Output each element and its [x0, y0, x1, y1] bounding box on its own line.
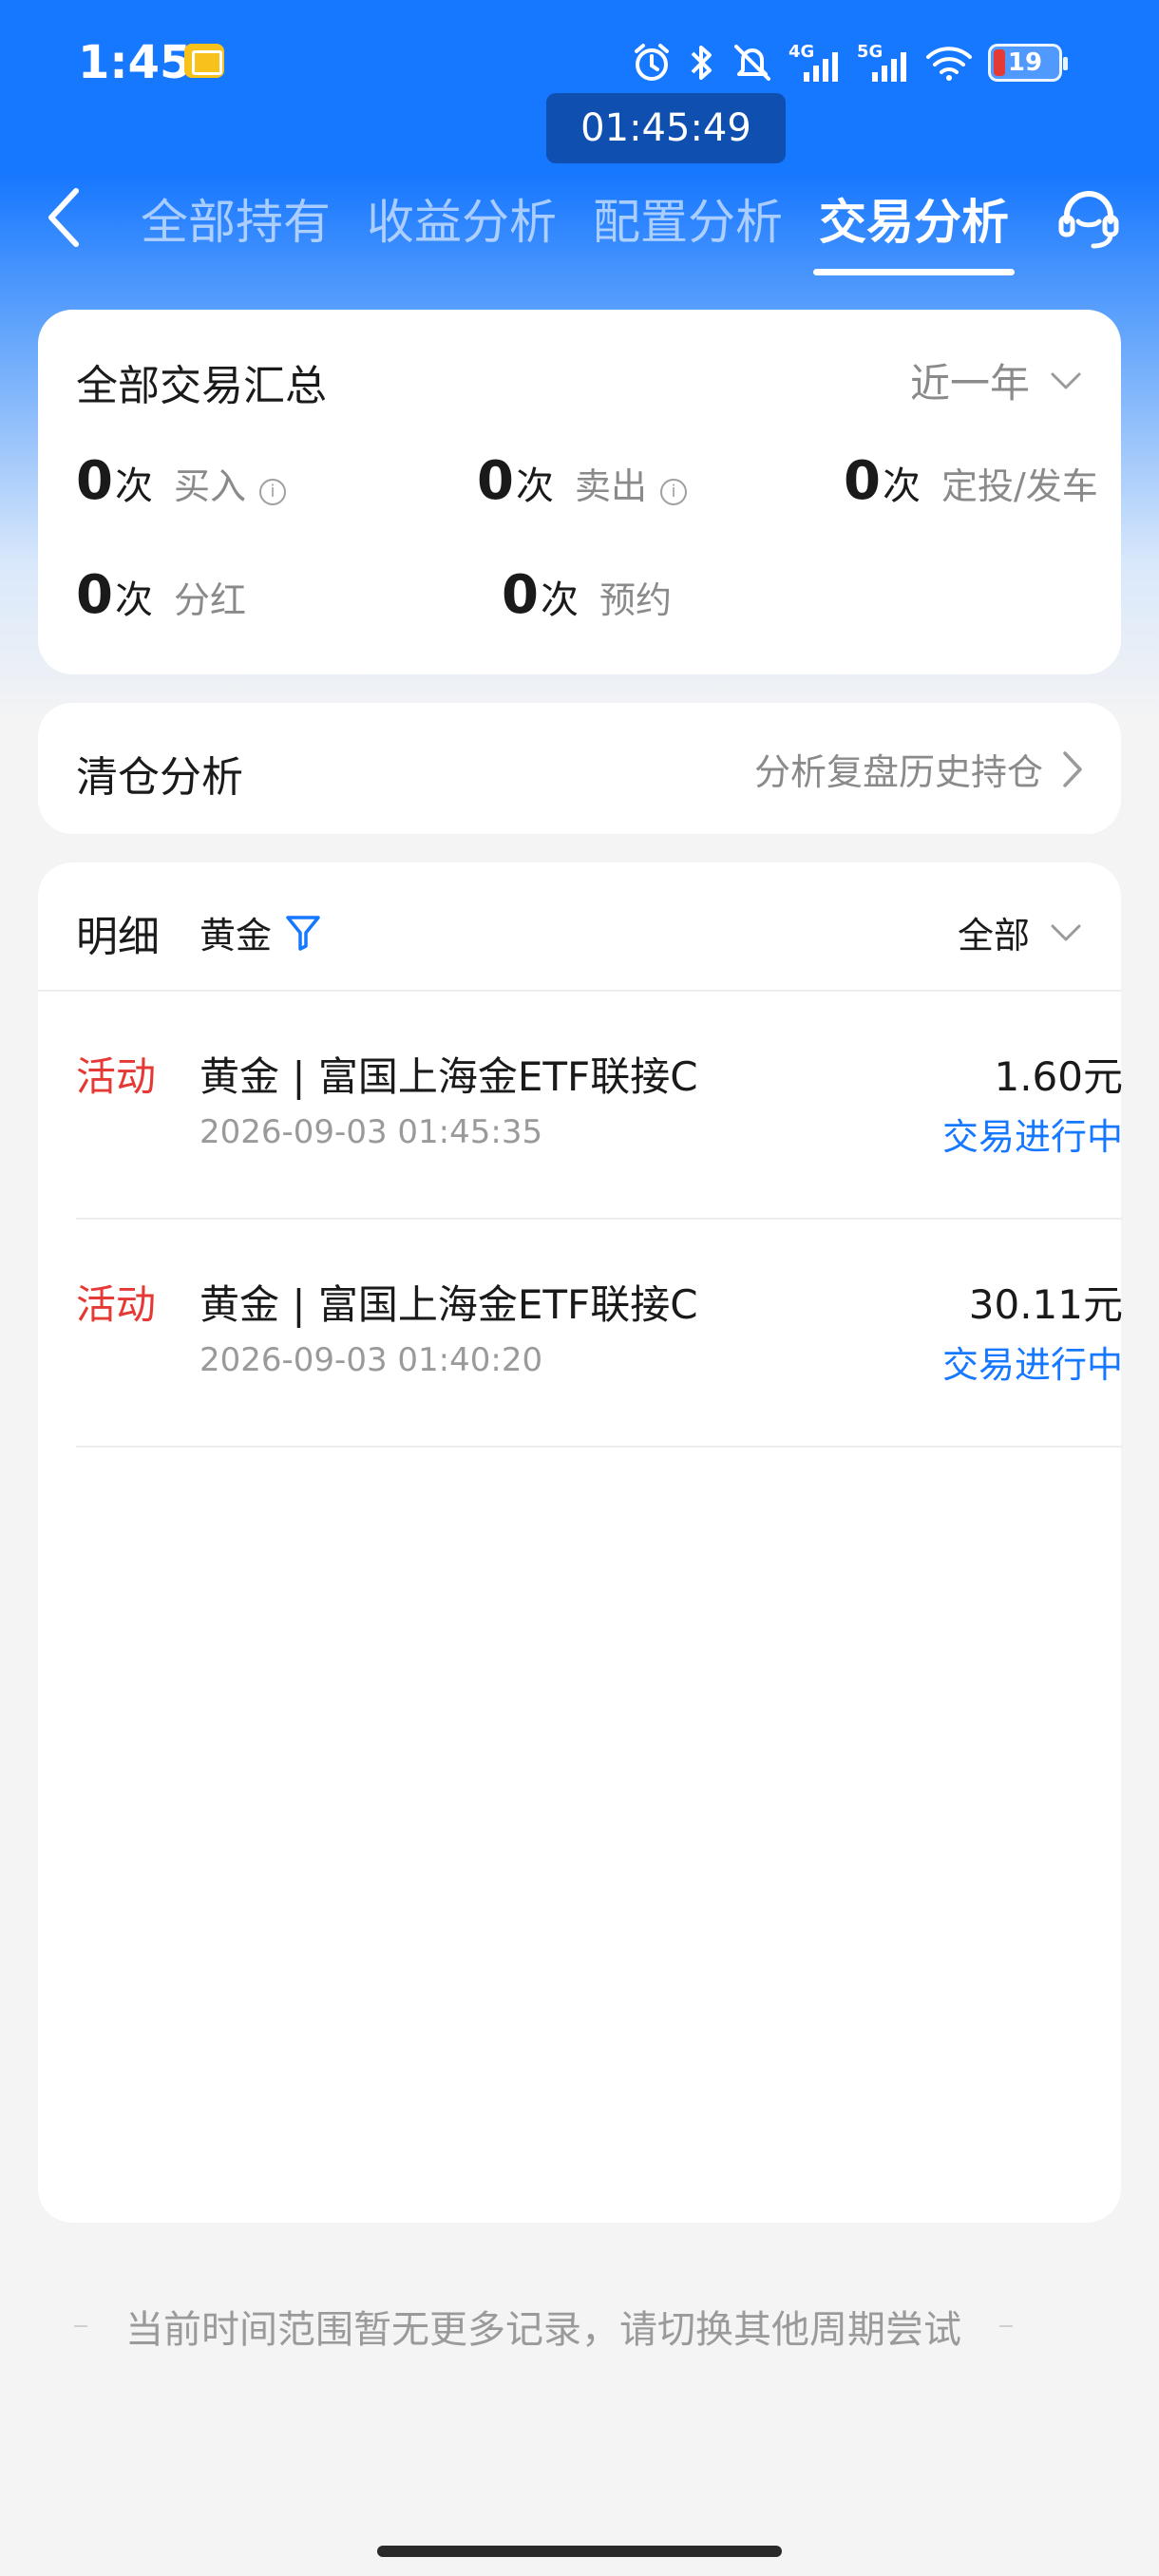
tab-label: 交易分析	[819, 195, 1009, 250]
stat-reservation-label: 预约	[598, 579, 672, 621]
no-more-records-note: 当前时间范围暂无更多记录，请切换其他周期尝试	[74, 2299, 1085, 2354]
detail-header: 明细 黄金 全部	[38, 862, 1121, 992]
battery-level: 19	[1007, 48, 1043, 77]
stat-buy: 0 次 买入 i	[76, 450, 286, 512]
scope-selector[interactable]: 全部	[958, 906, 1081, 958]
chevron-down-icon	[1051, 372, 1081, 388]
stat-reservation-count: 0	[502, 564, 539, 626]
stat-buy-count: 0	[76, 450, 113, 512]
asset-filter[interactable]: 黄金	[200, 906, 321, 958]
transaction-fund-name: 黄金 | 富国上海金ETF联接C	[200, 1281, 698, 1328]
transaction-tag: 活动	[76, 1281, 157, 1328]
transaction-status: 交易进行中	[941, 1116, 1123, 1158]
stat-sell-count: 0	[477, 450, 514, 512]
transaction-row[interactable]: 活动 黄金 | 富国上海金ETF联接C 2026-09-03 01:40:20 …	[76, 1220, 1123, 1448]
tab-label: 配置分析	[593, 195, 783, 250]
bluetooth-icon	[691, 46, 712, 80]
page: 1:45 4G 5G 19 01:45:49 全部持有 收益分析 配置分析 交易…	[0, 0, 1159, 2576]
transaction-detail-card: 明细 黄金 全部 活动 黄金 | 富国上海金ETF联接C 2026-09-03 …	[38, 862, 1123, 2223]
stat-reservation: 0 次 预约	[502, 564, 672, 626]
stat-sell-label: 卖出	[574, 465, 647, 507]
mute-icon	[734, 45, 770, 81]
transaction-datetime: 2026-09-03 01:40:20	[200, 1341, 543, 1379]
detail-title: 明细	[76, 913, 160, 961]
filter-icon	[286, 915, 320, 951]
signal-4g-icon: 4G	[788, 42, 842, 84]
status-icons: 4G 5G 19	[631, 34, 1068, 91]
stat-unit: 次	[540, 578, 579, 622]
divider	[999, 2325, 1013, 2327]
screen-record-timer: 01:45:49	[546, 93, 786, 163]
asset-filter-label: 黄金	[200, 915, 273, 957]
tab-label: 收益分析	[367, 195, 557, 250]
tab-profit-analysis[interactable]: 收益分析	[367, 161, 557, 275]
battery-icon: 19	[988, 44, 1068, 82]
transaction-status: 交易进行中	[941, 1344, 1123, 1386]
headset-icon	[1058, 191, 1119, 249]
clearance-link[interactable]: 分析复盘历史持仓	[754, 743, 1083, 795]
stat-unit: 次	[114, 578, 153, 622]
chevron-down-icon	[1051, 924, 1081, 940]
transaction-fund-name: 黄金 | 富国上海金ETF联接C	[200, 1053, 698, 1100]
stat-dividend-count: 0	[76, 564, 113, 626]
chevron-right-icon	[1063, 750, 1082, 787]
stat-dividend: 0 次 分红	[76, 564, 246, 626]
mail-notification-icon	[184, 44, 224, 78]
tab-trade-analysis[interactable]: 交易分析	[813, 161, 1015, 275]
chevron-left-icon	[48, 188, 79, 247]
tab-allocation-analysis[interactable]: 配置分析	[593, 161, 783, 275]
transaction-row[interactable]: 活动 黄金 | 富国上海金ETF联接C 2026-09-03 01:45:35 …	[76, 992, 1123, 1220]
tab-label: 全部持有	[141, 195, 331, 250]
summary-title: 全部交易汇总	[76, 362, 327, 410]
tab-all-holdings[interactable]: 全部持有	[141, 161, 331, 275]
top-navigation: 全部持有 收益分析 配置分析 交易分析	[0, 161, 1159, 275]
tab-active-underline	[813, 269, 1015, 275]
stat-auto-invest-count: 0	[844, 450, 881, 512]
stat-sell: 0 次 卖出 i	[477, 450, 687, 512]
stat-auto-invest-label: 定投/发车	[940, 465, 1098, 507]
clearance-title: 清仓分析	[76, 753, 243, 802]
alarm-icon	[635, 44, 669, 81]
home-indicator[interactable]	[377, 2546, 782, 2557]
stat-buy-label: 买入	[173, 465, 246, 507]
signal-5g-icon: 5G	[857, 42, 910, 84]
transaction-datetime: 2026-09-03 01:45:35	[200, 1113, 543, 1151]
info-icon[interactable]: i	[258, 478, 286, 505]
divider	[74, 2325, 87, 2327]
tab-bar: 全部持有 收益分析 配置分析 交易分析	[141, 161, 1045, 275]
wifi-icon	[926, 47, 972, 81]
back-button[interactable]	[36, 175, 93, 260]
stat-unit: 次	[882, 464, 921, 508]
transaction-tag: 活动	[76, 1053, 157, 1100]
clearance-analysis-card[interactable]: 清仓分析 分析复盘历史持仓	[38, 703, 1121, 834]
transaction-amount: 1.60元	[994, 1053, 1123, 1100]
trade-summary-card: 全部交易汇总 近一年 0 次 买入 i 0 次 卖出 i 0 次 定投/发车 0…	[38, 310, 1121, 674]
clearance-link-label: 分析复盘历史持仓	[753, 751, 1043, 793]
stat-dividend-label: 分红	[173, 579, 246, 621]
customer-service-button[interactable]	[1053, 177, 1125, 260]
status-time: 1:45	[78, 36, 192, 89]
period-label: 近一年	[909, 360, 1030, 407]
stat-unit: 次	[114, 464, 153, 508]
stat-auto-invest: 0 次 定投/发车	[844, 450, 1098, 512]
no-more-records-text: 当前时间范围暂无更多记录，请切换其他周期尝试	[125, 2308, 961, 2352]
scope-label: 全部	[957, 915, 1030, 957]
transaction-amount: 30.11元	[968, 1281, 1123, 1328]
period-selector[interactable]: 近一年	[910, 351, 1081, 409]
info-icon[interactable]: i	[659, 478, 687, 505]
stat-unit: 次	[515, 464, 554, 508]
